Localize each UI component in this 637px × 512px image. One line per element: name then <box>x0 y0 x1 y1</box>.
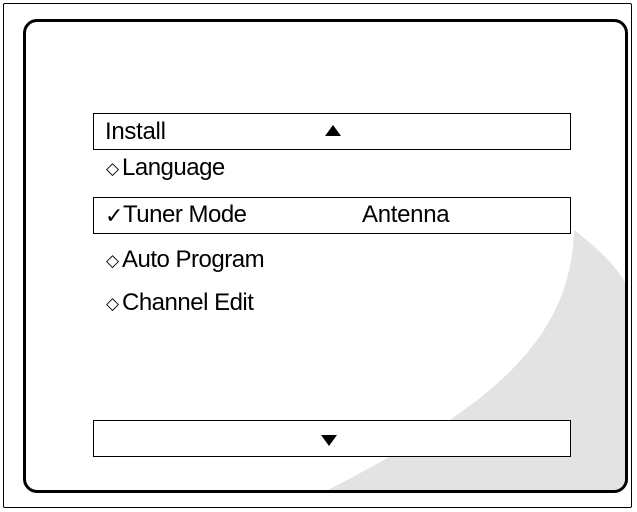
menu-header: Install <box>93 113 571 150</box>
triangle-down-icon[interactable] <box>321 435 337 446</box>
menu-item-label: Auto Program <box>122 246 265 273</box>
menu-item-channel-edit[interactable]: ◇ Channel Edit <box>93 286 571 323</box>
diamond-icon: ◇ <box>106 159 120 178</box>
menu-title: Install <box>105 118 166 145</box>
menu-footer <box>93 420 571 457</box>
triangle-up-icon[interactable] <box>325 125 341 136</box>
tuner-mode-value: Antenna <box>362 201 450 228</box>
diamond-icon: ◇ <box>106 294 120 313</box>
menu-item-auto-program[interactable]: ◇ Auto Program <box>93 243 571 280</box>
menu-item-label: Channel Edit <box>122 289 254 316</box>
menu-item-tuner-mode[interactable]: ✓ Tuner Mode Antenna <box>93 197 571 234</box>
menu-item-label: Language <box>122 154 225 181</box>
diamond-icon: ◇ <box>106 251 120 270</box>
tv-screen: Install ◇ Language ✓ Tuner Mode Antenna … <box>23 19 628 493</box>
menu-item-language[interactable]: ◇ Language <box>93 151 571 188</box>
checkmark-icon: ✓ <box>105 203 124 228</box>
menu-item-label: Tuner Mode <box>123 201 247 228</box>
